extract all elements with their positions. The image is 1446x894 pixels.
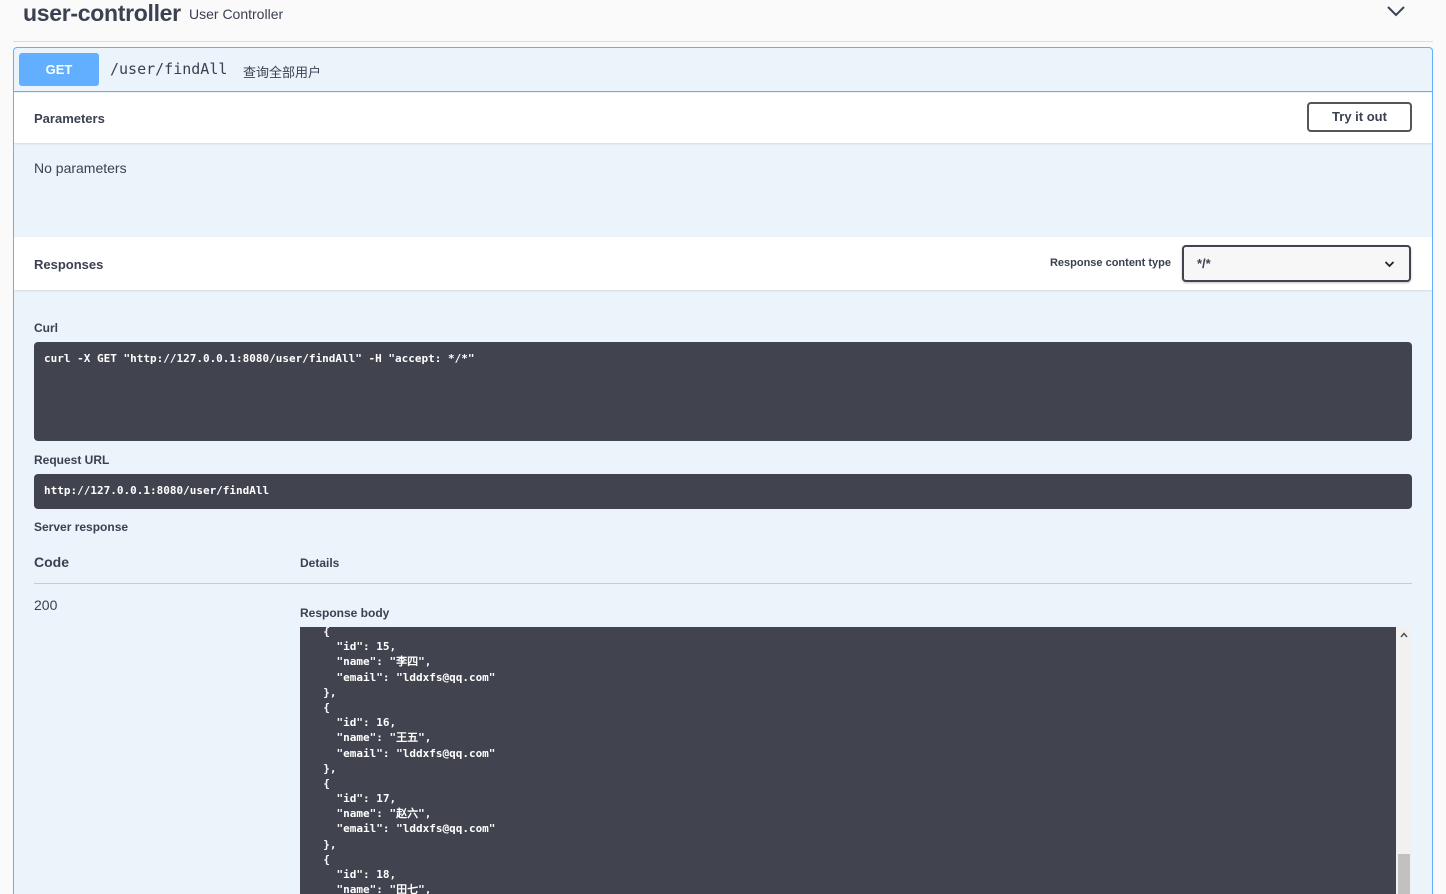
response-body-line: "name": "赵六", — [310, 807, 432, 821]
response-body-line: "email": "lddxfs@qq.com" — [310, 746, 496, 760]
response-content-type-value: */* — [1197, 256, 1211, 271]
response-body-line: "email": "lddxfs@qq.com" — [310, 822, 496, 836]
chevron-down-icon[interactable] — [1385, 3, 1407, 19]
responses-title: Responses — [34, 257, 104, 272]
response-body[interactable]: { "id": 15, "name": "李四", "email": "lddx… — [300, 627, 1396, 894]
parameters-title: Parameters — [34, 111, 105, 126]
chevron-down-icon — [1384, 261, 1395, 268]
tag-description: User Controller — [189, 6, 284, 22]
response-content-type-label: Response content type — [1049, 257, 1171, 269]
operation-path: /user/findAll — [110, 60, 228, 78]
response-body-scrollbar[interactable] — [1396, 627, 1412, 894]
response-content-type-select[interactable]: */* — [1182, 245, 1411, 282]
responses-header: Responses Response content type */* — [14, 237, 1432, 290]
response-body-line: "id": 15, — [310, 640, 397, 654]
response-body-line: }, — [310, 685, 337, 699]
parameters-header: Parameters Try it out — [14, 93, 1432, 143]
no-parameters-text: No parameters — [34, 160, 127, 176]
scroll-up-arrow-icon[interactable] — [1400, 632, 1408, 638]
request-url-label: Request URL — [34, 453, 110, 467]
response-body-line: { — [310, 627, 330, 638]
response-body-line: { — [310, 852, 330, 866]
response-body-line: { — [310, 700, 330, 714]
response-body-line: "id": 17, — [310, 792, 397, 806]
response-body-label: Response body — [300, 606, 390, 620]
response-body-line: "name": "王五", — [310, 731, 432, 745]
request-url-value: http://127.0.0.1:8080/user/findAll — [34, 474, 1412, 509]
response-body-line: }, — [310, 837, 337, 851]
response-body-line: "id": 16, — [310, 716, 397, 730]
response-body-line: }, — [310, 761, 337, 775]
code-column-header: Code — [34, 554, 69, 570]
operation-summary[interactable]: GET /user/findAll 查询全部用户 — [14, 48, 1432, 92]
response-body-content: { "id": 15, "name": "李四", "email": "lddx… — [310, 627, 495, 894]
tag-header[interactable]: user-controller User Controller — [13, 0, 1433, 42]
tag-name: user-controller — [23, 0, 181, 26]
response-body-line: "name": "李四", — [310, 655, 432, 669]
method-badge: GET — [19, 53, 99, 86]
table-divider — [34, 583, 1412, 584]
response-body-line: "name": "田七", — [310, 883, 432, 894]
operation-block: GET /user/findAll 查询全部用户 Parameters Try … — [13, 47, 1433, 894]
curl-command: curl -X GET "http://127.0.0.1:8080/user/… — [34, 342, 1412, 441]
operation-summary-text: 查询全部用户 — [243, 65, 322, 80]
curl-label: Curl — [34, 321, 58, 335]
response-body-line: { — [310, 776, 330, 790]
response-code: 200 — [34, 597, 58, 613]
server-response-label: Server response — [34, 520, 129, 534]
response-body-line: "email": "lddxfs@qq.com" — [310, 670, 496, 684]
try-it-out-button[interactable]: Try it out — [1307, 102, 1412, 132]
details-column-header: Details — [300, 556, 340, 570]
scrollbar-thumb[interactable] — [1398, 854, 1410, 894]
response-body-line: "id": 18, — [310, 868, 397, 881]
